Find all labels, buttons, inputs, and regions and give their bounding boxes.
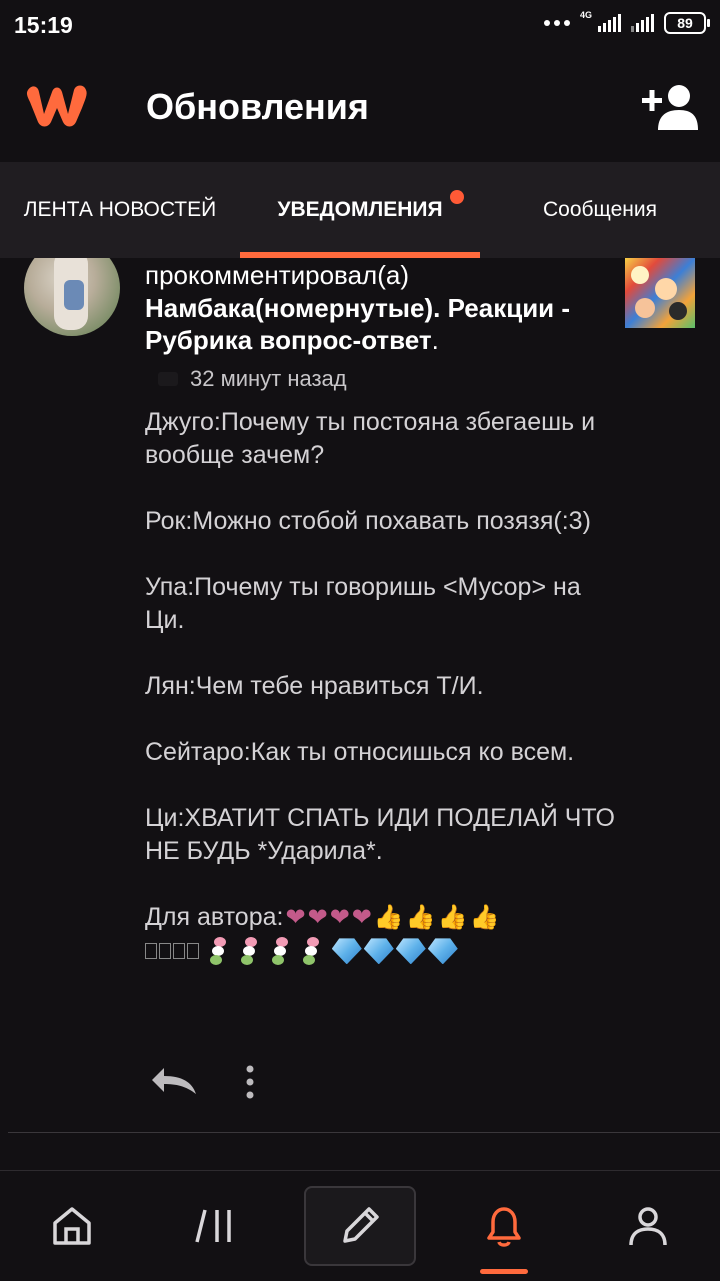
missing-glyph-icon: [159, 943, 171, 960]
thumbs-up-icon: 👍: [405, 904, 436, 931]
comment-emoji-line: Для автора:❤❤❤❤👍👍👍👍: [145, 901, 615, 934]
nav-profile[interactable]: [576, 1171, 720, 1281]
story-title-text: Намбака(номернутые). Реакции - Рубрика в…: [145, 293, 571, 355]
app-header: Обновления: [0, 52, 720, 162]
dango-icon: [301, 937, 323, 966]
missing-glyph-icon: [187, 943, 199, 960]
comment-line: Джуго:Почему ты постояна збегаешь и вооб…: [145, 408, 596, 469]
browse-icon: [195, 1209, 231, 1243]
comment-emoji-line-2: [145, 934, 615, 967]
comment-line: Лян:Чем тебе нравиться Т/И.: [145, 672, 484, 700]
write-button-frame: [304, 1186, 416, 1266]
battery-level: 89: [677, 15, 693, 31]
timestamp-row: 32 минут назад: [158, 366, 347, 392]
missing-glyph-icon: [173, 943, 185, 960]
heart-icon: ❤: [351, 904, 372, 931]
notification-list: прокомментировал(а) Намбака(номернутые).…: [0, 258, 720, 1170]
profile-icon: [629, 1207, 667, 1246]
heart-icon: ❤: [329, 904, 350, 931]
comment-line: Упа:Почему ты говоришь <Мусор> на Ци.: [145, 573, 581, 634]
heart-icon: ❤: [285, 904, 306, 931]
story-cover-thumbnail[interactable]: [625, 258, 695, 328]
signal-icon: [598, 14, 621, 32]
comment-line: Сейтаро:Как ты относишься ко всем.: [145, 738, 575, 766]
tab-notifications[interactable]: УВЕДОМЛЕНИЯ: [240, 162, 480, 258]
status-icons: 4G 89: [543, 10, 710, 34]
battery-icon: 89: [664, 12, 710, 34]
thumbs-up-icon: 👍: [469, 904, 500, 931]
nav-write[interactable]: [288, 1171, 432, 1281]
thumbs-up-icon: 👍: [373, 904, 404, 931]
more-notifications-icon: [543, 20, 570, 26]
comment-line: Ци:ХВАТИТ СПАТЬ ИДИ ПОДЕЛАЙ ЧТО НЕ БУДЬ …: [145, 804, 616, 865]
tab-news-feed[interactable]: ЛЕНТА НОВОСТЕЙ: [0, 162, 240, 258]
nav-home[interactable]: [0, 1171, 144, 1281]
status-bar: 15:19 4G 89: [0, 0, 720, 52]
diamond-icon: [395, 938, 426, 965]
heart-icon: ❤: [307, 904, 328, 931]
more-vertical-icon[interactable]: [240, 1064, 260, 1100]
comment-line: Рок:Можно стобой похавать позязя(:3): [145, 507, 591, 535]
dango-icon: [239, 937, 261, 966]
home-icon: [53, 1207, 91, 1245]
page-title: Обновления: [146, 86, 369, 127]
diamond-icon: [363, 938, 394, 965]
notification-action: прокомментировал(а): [145, 260, 409, 290]
missing-glyph-icon: [145, 943, 157, 960]
time-ago: 32 минут назад: [190, 366, 347, 391]
nav-notifications[interactable]: [432, 1171, 576, 1281]
wattpad-logo-icon[interactable]: [22, 80, 92, 130]
status-time: 15:19: [14, 12, 73, 38]
network-type: 4G: [579, 10, 592, 20]
unread-indicator: [450, 190, 464, 204]
diamond-icon: [331, 938, 362, 965]
dango-icon: [270, 937, 292, 966]
thumbs-up-icon: 👍: [437, 904, 468, 931]
diamond-icon: [427, 938, 458, 965]
reply-icon[interactable]: [150, 1066, 200, 1096]
comment-icon: [158, 372, 178, 386]
bottom-navigation: [0, 1170, 720, 1281]
tab-bar: ЛЕНТА НОВОСТЕЙ УВЕДОМЛЕНИЯ Сообщения: [0, 162, 720, 258]
story-title[interactable]: Намбака(номернутые). Реакции - Рубрика в…: [145, 292, 605, 356]
story-title-end: .: [431, 325, 439, 355]
comment-body: Джуго:Почему ты постояна збегаешь и вооб…: [145, 406, 615, 967]
tab-messages[interactable]: Сообщения: [480, 162, 720, 258]
bell-icon: [487, 1207, 521, 1247]
avatar[interactable]: [24, 258, 120, 336]
divider: [8, 1132, 720, 1133]
dango-icon: [208, 937, 230, 966]
pencil-icon: [343, 1207, 379, 1243]
signal-icon-2: [631, 14, 654, 32]
for-author-label: Для автора:: [145, 903, 284, 931]
add-user-icon[interactable]: [642, 82, 698, 130]
nav-browse[interactable]: [144, 1171, 288, 1281]
active-nav-indicator: [480, 1269, 528, 1274]
